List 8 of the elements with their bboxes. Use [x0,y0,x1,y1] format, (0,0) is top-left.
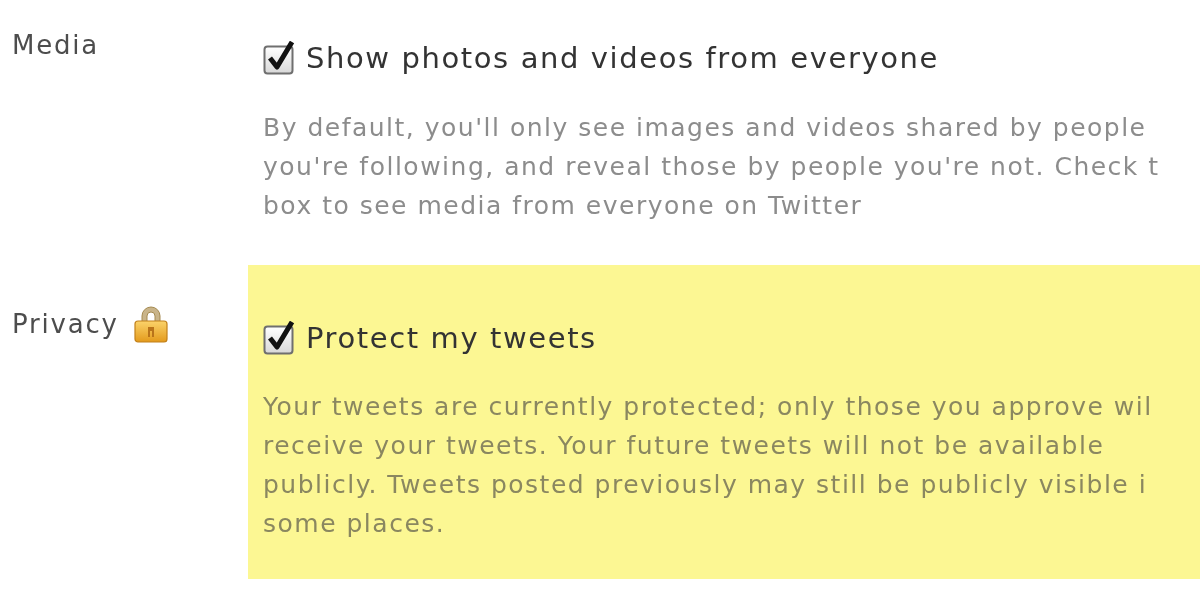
section-label: Media [12,29,100,61]
checkbox[interactable] [263,41,297,75]
checkbox[interactable] [263,321,297,355]
checkbox-label[interactable]: Protect my tweets [306,320,597,356]
checkbox-label[interactable]: Show photos and videos from everyone [306,40,939,76]
description-text: By default, you'll only see images and videos shared by people you're following, and reveal those by people you're not. Check t box to see media from everyone on Twitter [263,112,1160,222]
section-label: Privacy [12,308,119,340]
description-text: Your tweets are currently protected; only those you approve wil receive your tweets. Your future tweets will not be available publicly. Tweets posted previously may still be publicly visible i some places. [263,391,1153,540]
